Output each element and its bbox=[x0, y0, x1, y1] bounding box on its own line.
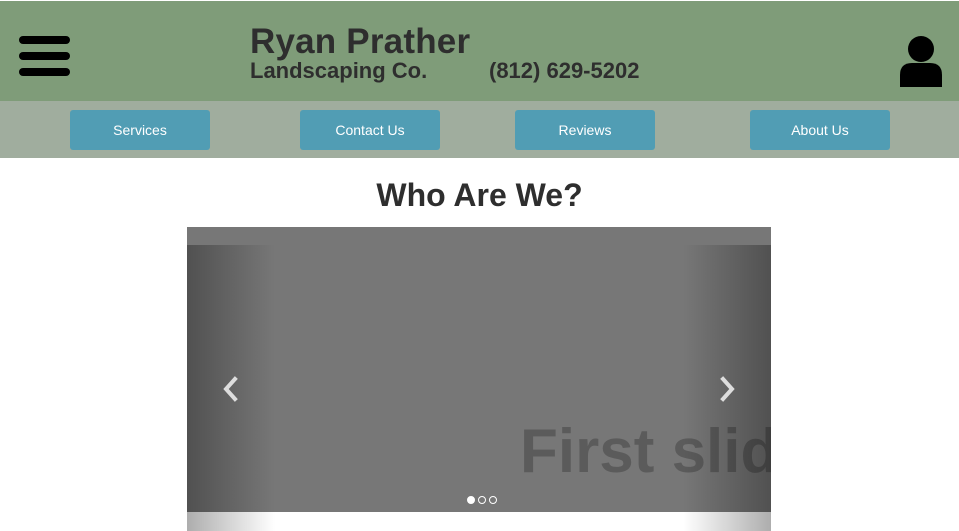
services-button[interactable]: Services bbox=[70, 110, 210, 150]
carousel-indicator[interactable] bbox=[478, 496, 486, 504]
carousel-indicator[interactable] bbox=[489, 496, 497, 504]
brand-name: Ryan Prather bbox=[250, 22, 471, 61]
chevron-right-icon[interactable] bbox=[715, 375, 739, 403]
image-carousel: First slide bbox=[187, 227, 771, 531]
brand-subtitle: Landscaping Co. bbox=[250, 58, 428, 83]
reviews-button[interactable]: Reviews bbox=[515, 110, 655, 150]
carousel-indicator[interactable] bbox=[467, 496, 475, 504]
carousel-indicators bbox=[467, 496, 497, 504]
user-icon[interactable] bbox=[898, 35, 944, 87]
about-us-button[interactable]: About Us bbox=[750, 110, 890, 150]
hamburger-menu-icon[interactable] bbox=[19, 34, 71, 78]
carousel-top-strip bbox=[187, 227, 771, 245]
contact-us-button[interactable]: Contact Us bbox=[300, 110, 440, 150]
chevron-left-icon[interactable] bbox=[219, 375, 243, 403]
page-title: Who Are We? bbox=[376, 177, 583, 213]
site-header: Ryan Prather Landscaping Co. (812) 629-5… bbox=[0, 0, 959, 101]
phone-number: (812) 629-5202 bbox=[489, 58, 640, 83]
nav-bar: Services Contact Us Reviews About Us bbox=[0, 101, 959, 158]
